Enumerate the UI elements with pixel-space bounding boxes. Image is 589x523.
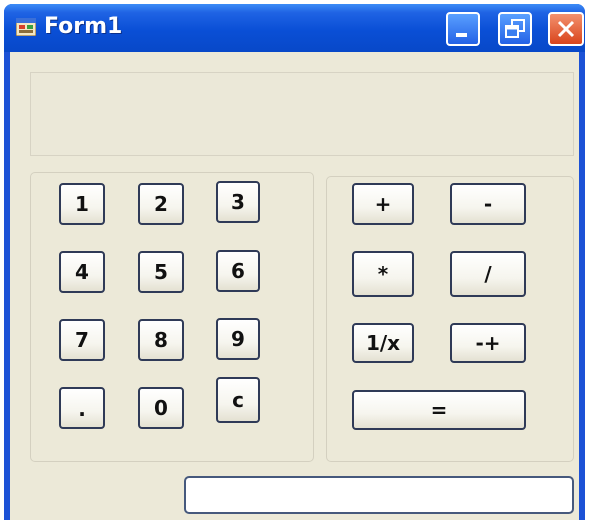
form-app-icon [16,18,36,36]
digit-6-button[interactable]: 6 [216,250,260,292]
digit-0-button[interactable]: 0 [138,387,184,429]
maximize-icon [505,19,525,38]
reciprocal-button[interactable]: 1/x [352,323,414,363]
digit-8-button[interactable]: 8 [138,319,184,361]
digit-1-button[interactable]: 1 [59,183,105,225]
minimize-icon [456,33,467,37]
minimize-button[interactable] [446,12,480,46]
decimal-point-button[interactable]: . [59,387,105,429]
digit-5-button[interactable]: 5 [138,251,184,293]
close-button[interactable] [548,12,584,46]
add-button[interactable]: + [352,183,414,225]
divide-button[interactable]: / [450,251,526,297]
calculator-window: Form1 1 2 3 4 5 6 7 8 9 . 0 c + - * / 1/… [4,4,585,520]
digit-4-button[interactable]: 4 [59,251,105,293]
title-bar[interactable]: Form1 [4,4,585,52]
digit-3-button[interactable]: 3 [216,181,260,223]
equals-button[interactable]: = [352,390,526,430]
maximize-button[interactable] [498,12,532,46]
clear-button[interactable]: c [216,377,260,423]
digit-9-button[interactable]: 9 [216,318,260,360]
multiply-button[interactable]: * [352,251,414,297]
digit-2-button[interactable]: 2 [138,183,184,225]
subtract-button[interactable]: - [450,183,526,225]
calculator-display [30,72,574,156]
close-icon [557,20,575,38]
window-title: Form1 [44,14,123,39]
digit-7-button[interactable]: 7 [59,319,105,361]
negate-button[interactable]: -+ [450,323,526,363]
result-textbox[interactable] [184,476,574,514]
form-client-area: 1 2 3 4 5 6 7 8 9 . 0 c + - * / 1/x -+ = [10,52,579,520]
